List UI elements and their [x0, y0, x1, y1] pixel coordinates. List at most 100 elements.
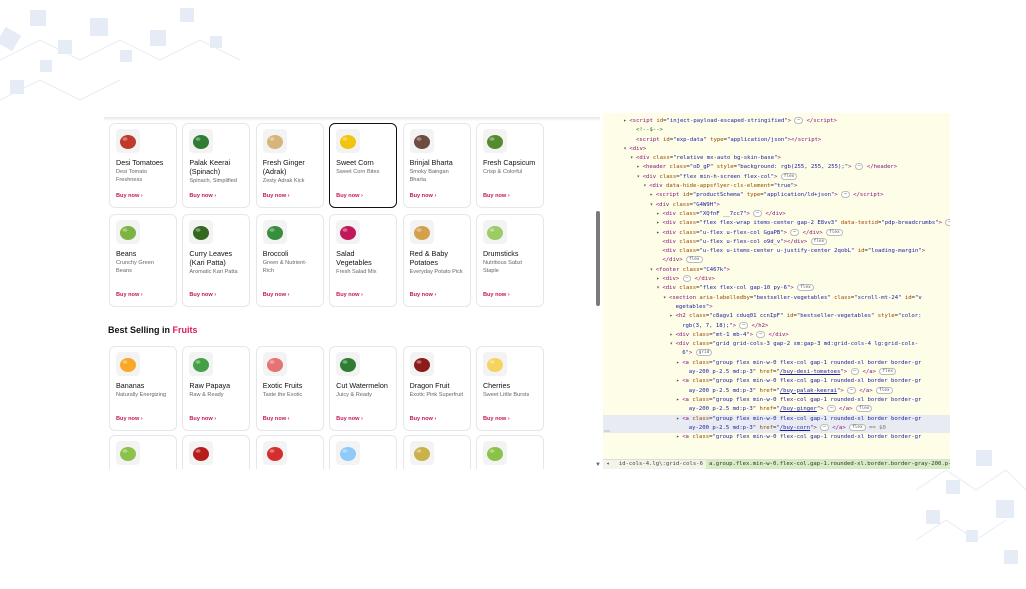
product-card[interactable]	[182, 435, 251, 469]
dom-node-markup: <div class="u-flex u-flex-col o9d_v"></d…	[662, 237, 828, 245]
dom-node-line[interactable]: ▸ <a class="group flex min-w-0 flex-col g…	[603, 414, 950, 424]
product-card[interactable]: Cut Watermelon Juicy & Ready Buy now ›	[329, 346, 398, 431]
product-description: Desi Tomato Freshness	[116, 169, 147, 183]
dom-node-line[interactable]: ▸ <div class="u-flex u-flex-col GgaPB"> ⋯…	[603, 228, 950, 238]
buy-now-link[interactable]: Buy now ›	[116, 193, 143, 199]
dom-node-line[interactable]: ▾ <div class="grid grid-cols-3 gap-2 sm:g…	[603, 340, 950, 349]
product-card[interactable]: Desi Tomatoes Desi Tomato Freshness Buy no…	[109, 123, 177, 208]
product-card[interactable]: Fresh Ginger (Adrak) Zesty Adrak Kick Buy …	[255, 123, 324, 208]
product-image	[336, 352, 361, 376]
buy-now-link[interactable]: Buy now ›	[483, 416, 510, 422]
product-card[interactable]	[255, 435, 324, 469]
dom-node-line[interactable]: ▸ <div class="mt-1 mb-4"> ⋯ </div>	[603, 330, 950, 340]
product-name: Sweet Corn	[336, 158, 374, 167]
buy-now-link[interactable]: Buy now ›	[189, 416, 216, 422]
page-scrollbar[interactable]	[596, 211, 600, 306]
buy-now-link[interactable]: Buy now ›	[336, 292, 363, 298]
dom-node-line[interactable]: ▾ <footer class="C467k">	[603, 266, 950, 275]
dom-node-line[interactable]: ▸ <script id="inject-payload-escaped-stri…	[603, 117, 950, 126]
product-card[interactable]	[329, 435, 398, 469]
dom-node-line[interactable]: <!--$-->	[603, 126, 950, 135]
dom-node-line[interactable]: </div> flex	[603, 256, 950, 265]
buy-now-link[interactable]: Buy now ›	[410, 416, 437, 422]
product-card[interactable]: Curry Leaves (Kari Patta) Aromatic Kari P…	[182, 214, 251, 307]
dom-node-line[interactable]: 6"> grid	[603, 349, 950, 358]
buy-now-link[interactable]: Buy now ›	[189, 193, 216, 199]
dom-node-line[interactable]: ▸ <a class="group flex min-w-0 flex-col g…	[603, 433, 950, 442]
product-image	[189, 441, 214, 465]
product-card[interactable]: Red & Baby Potatoes Everyday Potato Pick B…	[402, 214, 471, 307]
dom-node-line[interactable]: ▸ <a class="group flex min-w-0 flex-col g…	[603, 396, 950, 405]
buy-now-link[interactable]: Buy now ›	[116, 416, 143, 422]
product-image	[116, 129, 140, 153]
buy-now-link[interactable]: Buy now ›	[483, 193, 510, 199]
dom-node-line[interactable]: egetables">	[603, 303, 950, 312]
dom-node-line[interactable]: <div class="u-flex u-flex-col o9d_v"></d…	[603, 237, 950, 247]
product-card[interactable]: Raw Papaya Raw & Ready Buy now ›	[182, 346, 251, 431]
product-card[interactable]: Drumsticks Nutritious Sabzi Staple Buy now…	[475, 214, 544, 307]
buy-now-link[interactable]: Buy now ›	[410, 292, 437, 298]
dom-node-line[interactable]: ▾ <div class="flex min-h-screen flex-col"…	[603, 172, 950, 182]
devtools-breadcrumb-item[interactable]: id-cols-4.lg\:grid-cols-6	[616, 460, 706, 469]
buy-now-link[interactable]: Buy now ›	[483, 292, 510, 298]
dom-node-line[interactable]: ▸ <a class="group flex min-w-0 flex-col g…	[603, 359, 950, 368]
dom-node-markup: <a class="group flex min-w-0 flex-col ga…	[682, 378, 922, 385]
buy-now-link[interactable]: Buy now ›	[189, 292, 216, 298]
product-card[interactable]: Broccoli Green & Nutrient-Rich Buy now ›	[255, 214, 324, 307]
dom-node-line[interactable]: ay-200 p-2.5 md:p-3" href="/buy-ginger">…	[603, 405, 950, 414]
dom-node-line[interactable]: ▸ <header class="oD_gP" style="background…	[603, 163, 950, 172]
product-card[interactable]: Brinjal Bharta Smoky Baingan Bharta Buy no…	[402, 123, 471, 208]
product-card[interactable]	[402, 435, 471, 469]
product-card[interactable]: Palak Keerai (Spinach) Spinach, Simplifie…	[182, 123, 251, 208]
product-card[interactable]	[109, 435, 177, 469]
product-card[interactable]: Salad Vegetables Fresh Salad Mix Buy now ›	[329, 214, 398, 307]
dom-node-line[interactable]: ▸ <div> ⋯ </div>	[603, 275, 950, 284]
product-description: Spinach, Simplified	[189, 178, 237, 184]
dom-node-line[interactable]: ▸ <div class="flex flex-wrap items-center…	[603, 219, 950, 228]
product-card[interactable]: Exotic Fruits Taste the Exotic Buy now ›	[255, 346, 324, 431]
dom-node-line[interactable]: <script id="exp-data" type="application/…	[603, 136, 950, 145]
product-description: Naturally Energizing	[116, 392, 167, 398]
dom-node-line[interactable]: ▾ <div class="G4W9H">	[603, 201, 950, 210]
product-description: Nutritious Sabzi Staple	[482, 260, 523, 274]
dom-node-line[interactable]: ▸ <div class="XQfnF __7cc7"> ⋯ </div>	[603, 209, 950, 219]
dom-node-line[interactable]: ▸ <h2 class="c8agv1 cduq01 ccnIpF" id="be…	[603, 312, 950, 321]
dom-node-line[interactable]: ay-200 p-2.5 md:p-3" href="/buy-palak-ke…	[603, 386, 950, 396]
buy-now-link[interactable]: Buy now ›	[410, 193, 437, 199]
dom-node-line[interactable]: ay-200 p-2.5 md:p-3" href="/buy-corn"> ⋯…	[603, 423, 950, 434]
buy-now-link[interactable]: Buy now ›	[263, 416, 290, 422]
dom-node-line[interactable]: ▾ <div>	[603, 145, 950, 154]
buy-now-link[interactable]: Buy now ›	[263, 292, 290, 298]
crumb-scroll-left-icon[interactable]: ◂	[603, 460, 612, 469]
dom-node-line[interactable]: ay-200 p-2.5 md:p-3" href="/buy-desi-tom…	[603, 368, 950, 377]
buy-now-link[interactable]: Buy now ›	[116, 292, 143, 298]
product-card[interactable]: Cherries Sweet Little Bursts Buy now ›	[475, 346, 544, 431]
product-image	[482, 129, 507, 153]
devtools-breadcrumb: ◂ id-cols-4.lg\:grid-cols-6 a.group.flex.…	[603, 459, 950, 469]
dom-node-line[interactable]: rgb(3, 7, 18);"> ⋯ </h2>	[603, 321, 950, 331]
dom-node-line[interactable]: ▸ <a class="group flex min-w-0 flex-col g…	[603, 377, 950, 386]
product-card[interactable]	[475, 435, 544, 469]
buy-now-link[interactable]: Buy now ›	[336, 193, 363, 199]
dom-node-markup: <div class="u-flex u-items-center u-just…	[662, 248, 926, 255]
dom-node-line[interactable]: ▾ <div data-hide-appsflyer-cls-element="t…	[603, 182, 950, 191]
product-card[interactable]: Dragon Fruit Exotic Pink Superfruit Buy no…	[402, 346, 471, 431]
product-card[interactable]: Bananas Naturally Energizing Buy now ›	[109, 346, 177, 431]
dom-node-line[interactable]: <div class="u-flex u-items-center u-just…	[603, 247, 950, 256]
dom-node-line[interactable]: ▾ <section aria-labelledby="bestseller-ve…	[603, 294, 950, 303]
product-image	[262, 441, 287, 465]
product-card[interactable]: Beans Crunchy Green Beans Buy now ›	[109, 214, 177, 307]
devtools-breadcrumb-item[interactable]: a.group.flex.min-w-0.flex-col.gap-1.roun…	[705, 460, 950, 469]
buy-now-link[interactable]: Buy now ›	[336, 416, 363, 422]
buy-now-link[interactable]: Buy now ›	[263, 193, 290, 199]
dom-node-line[interactable]: ▸ <script id="productSchema" type="applic…	[603, 191, 950, 200]
dom-node-line[interactable]: ▾ <div class="flex flex-col gap-10 py-6">…	[603, 284, 950, 293]
more-options-icon[interactable]: ⋯	[604, 428, 610, 435]
product-card[interactable]: Fresh Capsicum Crisp & Colorful Buy now ›	[475, 123, 544, 208]
product-name: Curry Leaves (Kari Patta)	[189, 249, 233, 267]
scroll-down-icon[interactable]: ▼	[595, 462, 601, 468]
dom-node-markup: ay-200 p-2.5 md:p-3" href="/buy-corn"> ⋯…	[688, 423, 886, 431]
product-card[interactable]: Sweet Corn Sweet Corn Bites Buy now ›	[329, 123, 398, 208]
dom-node-line[interactable]: ▾ <div class="relative mx-auto bg-skin-ba…	[603, 154, 950, 163]
dom-node-markup: ay-200 p-2.5 md:p-3" href="/buy-desi-tom…	[689, 368, 896, 376]
